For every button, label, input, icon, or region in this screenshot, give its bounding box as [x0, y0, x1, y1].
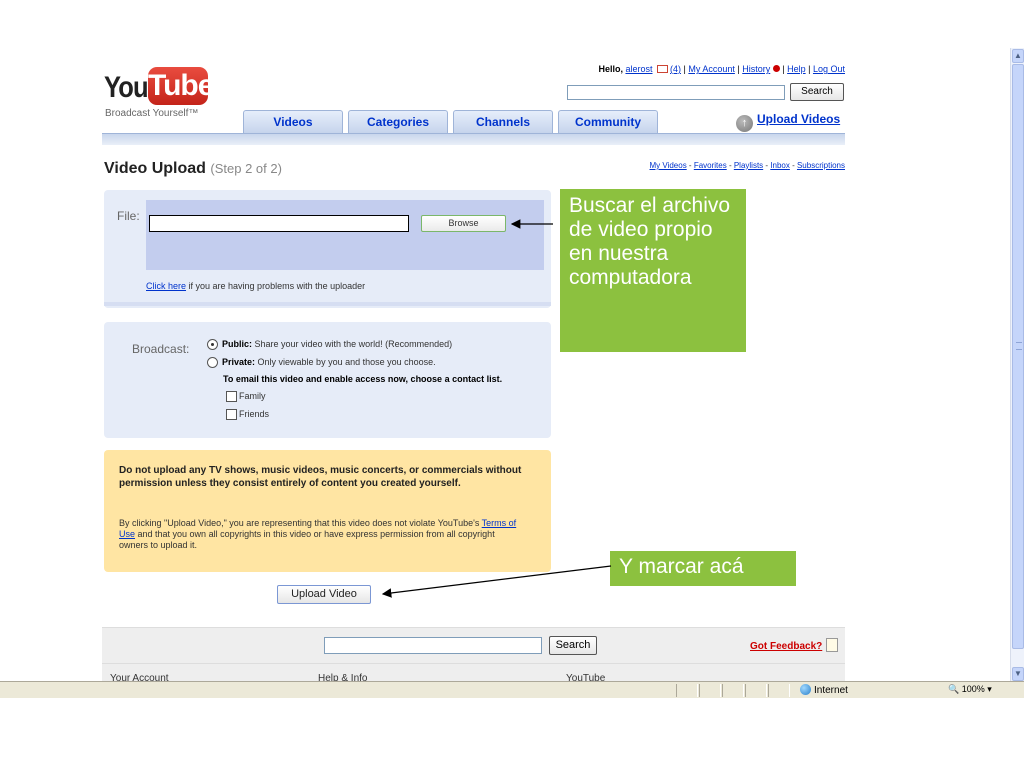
magnifier-icon: 🔍 — [948, 684, 960, 694]
footer-divider — [102, 663, 845, 664]
security-zone: Internet — [800, 684, 848, 696]
broadcast-label: Broadcast: — [132, 342, 190, 356]
tab-videos[interactable]: Videos — [243, 110, 343, 133]
file-annotation-callout: Buscar el archivo de video propio en nue… — [560, 189, 746, 352]
footer-search-input[interactable] — [324, 637, 542, 654]
terms-notice-text-1: By clicking "Upload Video," you are repr… — [119, 518, 482, 528]
footer-search-button[interactable]: Search — [549, 636, 597, 655]
private-option-title: Private: — [222, 357, 256, 367]
header-search-input[interactable] — [567, 85, 785, 100]
log-out-link[interactable]: Log Out — [813, 64, 845, 74]
friends-checkbox[interactable] — [226, 409, 237, 420]
user-bar: Hello, alerost (4) | My Account | Histor… — [540, 64, 845, 74]
browser-status-bar: Internet 🔍 100% ▾ — [0, 681, 1024, 698]
step-indicator: (Step 2 of 2) — [210, 161, 282, 176]
tab-community[interactable]: Community — [558, 110, 658, 133]
mail-icon[interactable] — [657, 65, 669, 73]
logo-tube-text: Tube — [148, 67, 214, 105]
inbox-count-link[interactable]: (4) — [670, 64, 681, 74]
separator: | — [779, 64, 788, 74]
separator: | — [805, 64, 813, 74]
vertical-scrollbar[interactable]: ▲ ▼ — [1010, 48, 1024, 682]
page-title: Video Upload (Step 2 of 2) — [104, 160, 282, 178]
upload-videos-link[interactable]: ↑ Upload Videos — [736, 112, 840, 132]
nav-bar — [102, 133, 845, 145]
globe-icon — [800, 684, 811, 695]
family-checkbox[interactable] — [226, 391, 237, 402]
status-segment — [699, 684, 721, 697]
chevron-down-icon: ▾ — [987, 684, 992, 694]
public-option: Public: Share your video with the world!… — [222, 339, 452, 349]
public-option-text: Share your video with the world! (Recomm… — [252, 339, 453, 349]
upload-annotation-callout: Y marcar acá — [610, 551, 796, 586]
tab-categories[interactable]: Categories — [348, 110, 448, 133]
my-account-link[interactable]: My Account — [688, 64, 735, 74]
uploader-help-text: if you are having problems with the uplo… — [186, 281, 366, 291]
feedback-pencil-icon — [826, 638, 839, 652]
file-label: File: — [117, 209, 140, 223]
browse-button[interactable]: Browse — [421, 215, 506, 232]
feedback-link[interactable]: Got Feedback? — [750, 638, 839, 652]
page-title-text: Video Upload — [104, 160, 206, 177]
click-here-link[interactable]: Click here — [146, 281, 186, 291]
upload-video-button[interactable]: Upload Video — [277, 585, 371, 604]
username-link[interactable]: alerost — [625, 64, 652, 74]
uploader-help-line: Click here if you are having problems wi… — [146, 281, 365, 291]
footer — [102, 627, 845, 681]
file-panel-inner — [146, 200, 544, 270]
separator: - — [789, 161, 797, 170]
file-path-input[interactable] — [149, 215, 409, 232]
playlists-link[interactable]: Playlists — [734, 161, 763, 170]
terms-notice-text-2: and that you own all copyrights in this … — [119, 529, 495, 550]
youtube-logo[interactable]: You Tube Broadcast Yourself™ — [104, 67, 214, 122]
upload-videos-label: Upload Videos — [757, 112, 841, 126]
history-link[interactable]: History — [742, 64, 770, 74]
header-search-button[interactable]: Search — [790, 83, 844, 101]
account-sublinks: My Videos - Favorites - Playlists - Inbo… — [560, 161, 846, 170]
scroll-down-button[interactable]: ▼ — [1012, 667, 1024, 681]
hello-text: Hello, — [598, 64, 623, 74]
logo-tagline: Broadcast Yourself™ — [105, 108, 199, 119]
status-segment — [745, 684, 767, 697]
zoom-level: 100% — [961, 684, 985, 694]
subscriptions-link[interactable]: Subscriptions — [797, 161, 845, 170]
family-label: Family — [239, 391, 266, 401]
security-zone-label: Internet — [814, 685, 848, 696]
logo-you-text: You — [104, 71, 149, 104]
public-radio[interactable] — [207, 339, 218, 350]
tab-channels[interactable]: Channels — [453, 110, 553, 133]
history-dot-icon — [772, 65, 780, 72]
separator: - — [686, 161, 694, 170]
public-option-title: Public: — [222, 339, 253, 349]
status-segment — [768, 684, 790, 697]
scroll-grip — [1016, 342, 1022, 350]
private-option-text: Only viewable by you and those you choos… — [255, 357, 436, 367]
copyright-warning: Do not upload any TV shows, music videos… — [119, 465, 522, 489]
feedback-label: Got Feedback? — [750, 641, 823, 652]
terms-notice: By clicking "Upload Video," you are repr… — [119, 518, 519, 551]
private-radio[interactable] — [207, 357, 218, 368]
panel-divider — [104, 302, 551, 306]
scroll-thumb[interactable] — [1012, 64, 1024, 649]
my-videos-link[interactable]: My Videos — [650, 161, 687, 170]
zoom-control[interactable]: 🔍 100% ▾ — [948, 684, 992, 695]
favorites-link[interactable]: Favorites — [694, 161, 727, 170]
private-option: Private: Only viewable by you and those … — [222, 357, 436, 367]
status-segment — [676, 684, 698, 697]
friends-label: Friends — [239, 409, 270, 419]
email-contact-note: To email this video and enable access no… — [223, 374, 503, 384]
help-link[interactable]: Help — [787, 64, 806, 74]
inbox-link[interactable]: Inbox — [770, 161, 790, 170]
upload-arrow-icon: ↑ — [736, 115, 753, 132]
scroll-up-button[interactable]: ▲ — [1012, 49, 1024, 63]
separator: - — [726, 161, 734, 170]
status-segment — [722, 684, 744, 697]
